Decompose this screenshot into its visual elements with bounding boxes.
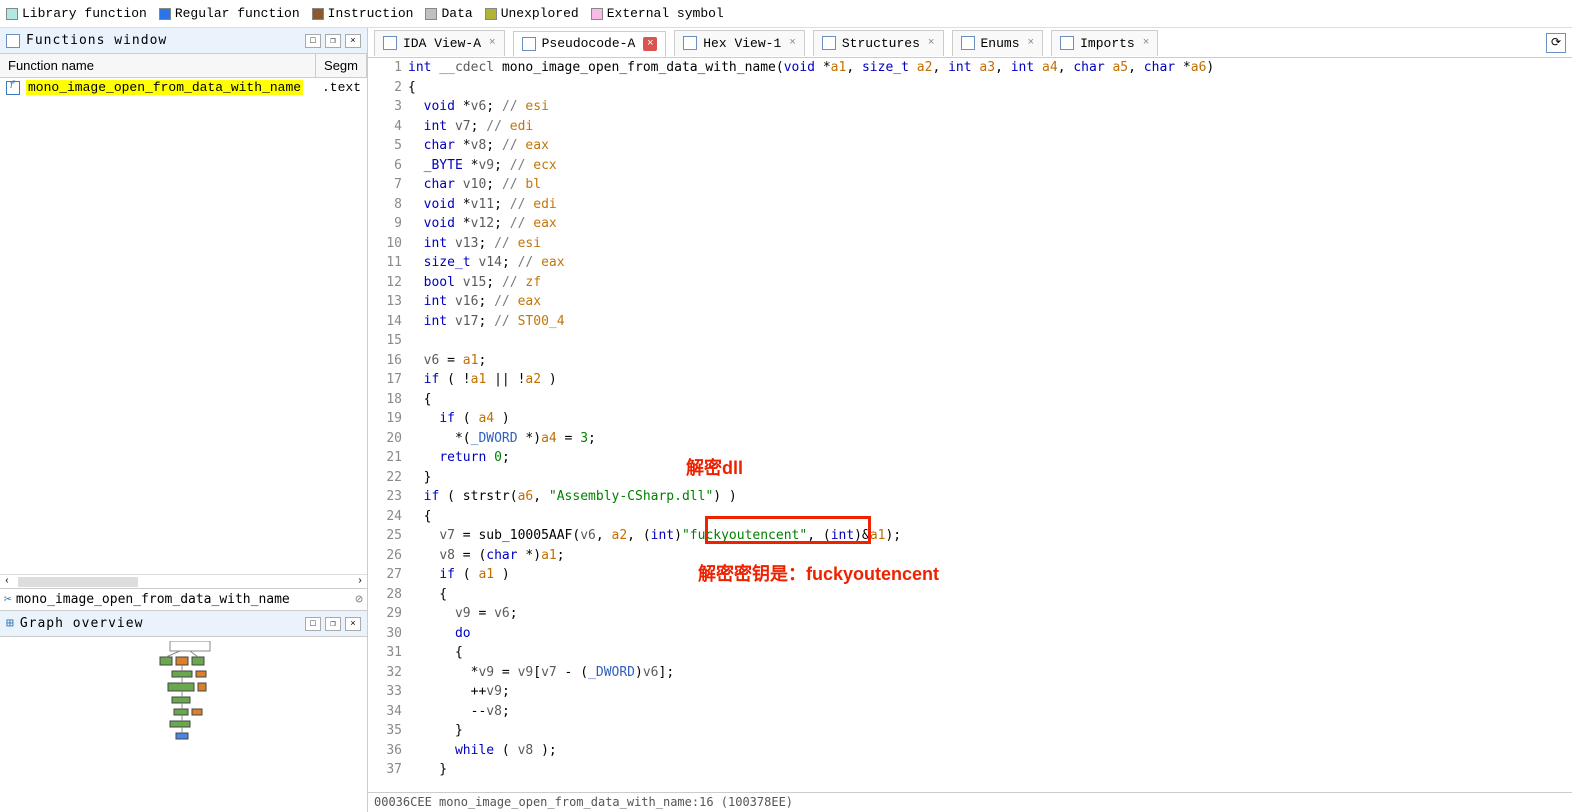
code-line[interactable]: --v8; — [408, 702, 1572, 722]
code-area[interactable]: int __cdecl mono_image_open_from_data_wi… — [408, 58, 1572, 792]
legend-item: Data — [425, 6, 472, 21]
legend-item: Regular function — [159, 6, 300, 21]
code-line[interactable]: if ( strstr(a6, "Assembly-CSharp.dll") ) — [408, 487, 1572, 507]
restore-button[interactable]: □ — [305, 617, 321, 631]
scissors-icon: ✂ — [4, 592, 12, 607]
code-line[interactable]: v9 = v6; — [408, 604, 1572, 624]
code-line[interactable]: if ( a1 ) — [408, 565, 1572, 585]
function-icon — [6, 81, 20, 95]
legend-item: Instruction — [312, 6, 414, 21]
code-line[interactable]: ++v9; — [408, 682, 1572, 702]
code-line[interactable] — [408, 331, 1572, 351]
sync-button[interactable]: ⟳ — [1546, 33, 1566, 53]
code-line[interactable]: int __cdecl mono_image_open_from_data_wi… — [408, 58, 1572, 78]
legend-bar: Library function Regular function Instru… — [0, 0, 1572, 28]
function-segment: .text — [322, 80, 361, 95]
code-line[interactable]: int v17; // ST00_4 — [408, 312, 1572, 332]
code-line[interactable]: { — [408, 507, 1572, 527]
tab-close-icon[interactable]: × — [789, 37, 796, 49]
code-line[interactable]: size_t v14; // eax — [408, 253, 1572, 273]
code-line[interactable]: char *v8; // eax — [408, 136, 1572, 156]
tab-imports[interactable]: Imports× — [1051, 30, 1158, 56]
code-line[interactable]: v6 = a1; — [408, 351, 1572, 371]
code-line[interactable]: { — [408, 643, 1572, 663]
legend-item: External symbol — [591, 6, 724, 21]
code-line[interactable]: int v16; // eax — [408, 292, 1572, 312]
function-search-bar: ✂ ⊘ — [0, 588, 367, 610]
column-header-segment[interactable]: Segm — [316, 54, 367, 77]
tab-structures[interactable]: Structures× — [813, 30, 944, 56]
graph-icon: ⊞ — [6, 616, 14, 631]
tab-close-icon[interactable]: × — [1143, 37, 1150, 49]
scroll-thumb[interactable] — [18, 577, 138, 587]
tab-close-icon[interactable]: × — [928, 37, 935, 49]
code-line[interactable]: if ( !a1 || !a2 ) — [408, 370, 1572, 390]
code-line[interactable]: *v9 = v9[v7 - (_DWORD)v6]; — [408, 663, 1572, 683]
column-header-name[interactable]: Function name — [0, 54, 316, 77]
tab-close-icon[interactable]: × — [1028, 37, 1035, 49]
tab-pseudocode-a[interactable]: Pseudocode-A× — [513, 31, 667, 57]
graph-canvas[interactable] — [0, 637, 367, 812]
scroll-left-icon[interactable]: ‹ — [0, 576, 14, 587]
code-line[interactable]: v7 = sub_10005AAF(v6, a2, (int)"fuckyout… — [408, 526, 1572, 546]
tab-icon — [522, 37, 536, 51]
code-line[interactable]: { — [408, 585, 1572, 605]
graph-overview-titlebar[interactable]: ⊞ Graph overview □ ❐ × — [0, 611, 367, 637]
tab-icon — [683, 36, 697, 50]
code-line[interactable]: bool v15; // zf — [408, 273, 1572, 293]
graph-overview-title: Graph overview — [20, 616, 301, 631]
code-line[interactable]: int v13; // esi — [408, 234, 1572, 254]
function-name: mono_image_open_from_data_with_name — [26, 80, 303, 95]
function-row[interactable]: mono_image_open_from_data_with_name .tex… — [0, 78, 367, 97]
functions-window-title: Functions window — [26, 33, 301, 48]
functions-window: Functions window □ ❐ × Function name Seg… — [0, 28, 367, 610]
dock-button[interactable]: ❐ — [325, 617, 341, 631]
tab-icon — [1060, 36, 1074, 50]
tab-ida-view-a[interactable]: IDA View-A× — [374, 30, 505, 56]
code-line[interactable]: } — [408, 760, 1572, 780]
code-line[interactable]: return 0; — [408, 448, 1572, 468]
functions-window-titlebar[interactable]: Functions window □ ❐ × — [0, 28, 367, 54]
dock-button[interactable]: ❐ — [325, 34, 341, 48]
tab-enums[interactable]: Enums× — [952, 30, 1044, 56]
code-line[interactable]: void *v12; // eax — [408, 214, 1572, 234]
code-line[interactable]: } — [408, 468, 1572, 488]
graph-svg — [150, 641, 240, 751]
code-line[interactable]: _BYTE *v9; // ecx — [408, 156, 1572, 176]
code-line[interactable]: if ( a4 ) — [408, 409, 1572, 429]
legend-item: Unexplored — [485, 6, 579, 21]
scroll-right-icon[interactable]: › — [353, 576, 367, 587]
tab-icon — [383, 36, 397, 50]
tab-hex-view-1[interactable]: Hex View-1× — [674, 30, 805, 56]
code-line[interactable]: int v7; // edi — [408, 117, 1572, 137]
tab-close-icon[interactable]: × — [643, 37, 657, 51]
graph-overview-window: ⊞ Graph overview □ ❐ × — [0, 610, 367, 812]
tab-strip: IDA View-A× Pseudocode-A× Hex View-1× St… — [368, 28, 1572, 58]
code-line[interactable]: v8 = (char *)a1; — [408, 546, 1572, 566]
tab-close-icon[interactable]: × — [489, 37, 496, 49]
code-line[interactable]: { — [408, 78, 1572, 98]
code-line[interactable]: void *v11; // edi — [408, 195, 1572, 215]
code-line[interactable]: } — [408, 721, 1572, 741]
tab-icon — [822, 36, 836, 50]
close-button[interactable]: × — [345, 617, 361, 631]
code-line[interactable]: do — [408, 624, 1572, 644]
legend-item: Library function — [6, 6, 147, 21]
function-icon — [6, 34, 20, 48]
pseudocode-view[interactable]: 1234567891011121314151617181920212223242… — [368, 58, 1572, 792]
line-gutter: 1234567891011121314151617181920212223242… — [368, 58, 408, 792]
function-search-input[interactable] — [16, 592, 355, 607]
code-line[interactable]: void *v6; // esi — [408, 97, 1572, 117]
code-line[interactable]: while ( v8 ); — [408, 741, 1572, 761]
code-line[interactable]: *(_DWORD *)a4 = 3; — [408, 429, 1572, 449]
tab-icon — [961, 36, 975, 50]
restore-button[interactable]: □ — [305, 34, 321, 48]
close-button[interactable]: × — [345, 34, 361, 48]
code-line[interactable]: { — [408, 390, 1572, 410]
status-bar: 00036CEE mono_image_open_from_data_with_… — [368, 792, 1572, 812]
clear-search-icon[interactable]: ⊘ — [355, 592, 363, 607]
code-line[interactable]: char v10; // bl — [408, 175, 1572, 195]
horizontal-scrollbar[interactable]: ‹ › — [0, 574, 367, 588]
